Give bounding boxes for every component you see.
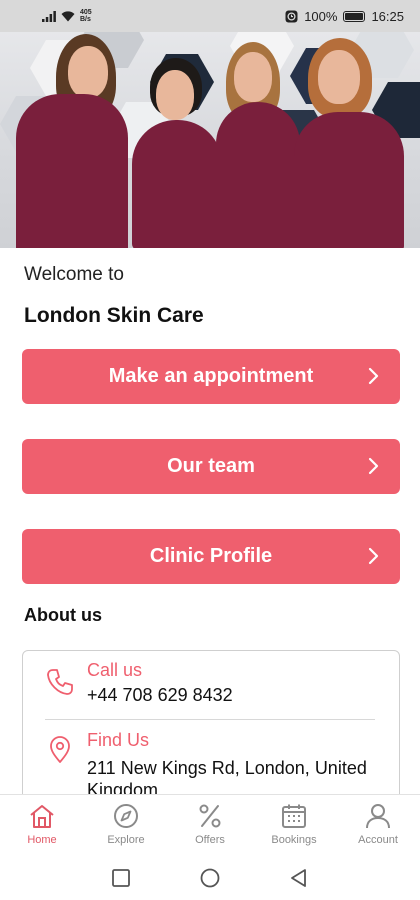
percent-icon xyxy=(199,804,221,828)
phone-icon xyxy=(47,669,73,695)
net-speed-unit: B/s xyxy=(80,16,91,23)
alarm-icon xyxy=(285,10,298,22)
chevron-right-icon xyxy=(368,547,379,565)
wifi-icon xyxy=(61,10,75,21)
clinic-profile-label: Clinic Profile xyxy=(149,545,273,567)
staff-member-4 xyxy=(288,32,420,248)
nav-offers[interactable]: Offers xyxy=(168,801,252,855)
our-team-label: Our team xyxy=(167,455,255,477)
status-right: 100% 16:25 xyxy=(285,9,404,24)
nav-home[interactable]: Home xyxy=(0,801,84,855)
back-button[interactable] xyxy=(287,866,311,890)
battery-percent: 100% xyxy=(304,8,338,24)
welcome-text: Welcome to xyxy=(24,264,124,285)
nav-home-label: Home xyxy=(27,834,57,846)
staff-member-1 xyxy=(6,32,128,248)
recents-button[interactable] xyxy=(109,866,133,890)
status-bar: 405 B/s 100% 16:25 xyxy=(0,0,420,32)
nav-explore-label: Explore xyxy=(107,834,145,846)
status-time: 16:25 xyxy=(371,8,404,24)
home-icon xyxy=(30,805,54,828)
signal-icon xyxy=(42,10,56,22)
clinic-name: London Skin Care xyxy=(24,304,204,327)
location-pin-icon xyxy=(50,736,70,763)
net-speed-value: 405 xyxy=(80,9,92,16)
call-us-title: Call us xyxy=(87,660,143,680)
system-nav-bar xyxy=(0,856,420,900)
nav-account-label: Account xyxy=(358,834,398,846)
make-appointment-button[interactable]: Make an appointment xyxy=(22,349,400,404)
find-us-title: Find Us xyxy=(87,730,150,750)
nav-offers-label: Offers xyxy=(195,834,225,846)
calendar-icon xyxy=(282,804,306,828)
status-left: 405 B/s xyxy=(42,9,94,23)
nav-bookings-label: Bookings xyxy=(271,834,317,846)
phone-number: +44 708 629 8432 xyxy=(87,685,233,705)
compass-icon xyxy=(114,804,138,828)
chevron-right-icon xyxy=(368,457,379,475)
make-appointment-label: Make an appointment xyxy=(108,365,314,387)
battery-icon xyxy=(343,10,366,22)
net-speed: 405 B/s xyxy=(80,9,94,23)
call-us-row[interactable]: Call us +44 708 629 8432 xyxy=(23,651,399,719)
contact-card: Call us +44 708 629 8432 Find Us 211 New… xyxy=(22,650,400,810)
nav-explore[interactable]: Explore xyxy=(84,801,168,855)
clinic-profile-button[interactable]: Clinic Profile xyxy=(22,529,400,584)
staff-member-2 xyxy=(128,32,224,248)
bottom-nav: Home Explore Offers Bookings Account xyxy=(0,794,420,856)
hero-image xyxy=(0,32,420,248)
chevron-right-icon xyxy=(368,367,379,385)
nav-account[interactable]: Account xyxy=(336,801,420,855)
user-icon xyxy=(366,804,390,829)
nav-bookings[interactable]: Bookings xyxy=(252,801,336,855)
home-system-button[interactable] xyxy=(198,866,222,890)
our-team-button[interactable]: Our team xyxy=(22,439,400,494)
about-us-heading: About us xyxy=(24,605,102,625)
